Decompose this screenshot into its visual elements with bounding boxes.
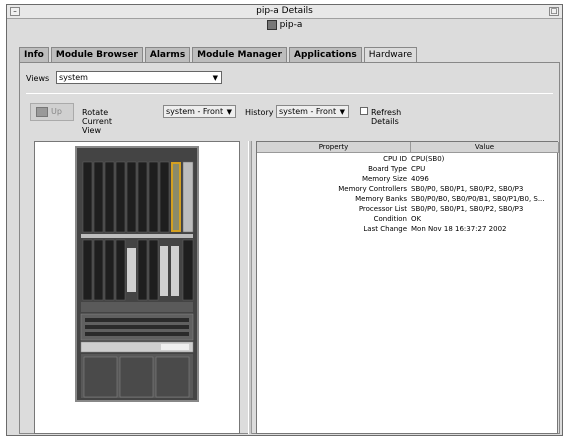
value-cell: SB0/P0, SB0/P1, SB0/P2, SB0/P3 bbox=[411, 185, 524, 193]
rotate-value: system - Front bbox=[166, 107, 224, 116]
refresh-details-checkbox[interactable] bbox=[360, 107, 368, 115]
value-cell: SB0/P0/B0, SB0/P0/B1, SB0/P1/B0, S... bbox=[411, 195, 545, 203]
maximize-button[interactable]: □ bbox=[549, 7, 559, 16]
rack-illustration bbox=[77, 148, 197, 400]
tab-hardware[interactable]: Hardware bbox=[363, 47, 418, 62]
column-header-property[interactable]: Property bbox=[257, 142, 411, 153]
window-title: pip-a Details bbox=[256, 6, 313, 16]
history-label: History bbox=[245, 108, 274, 117]
details-window: – pip-a Details □ pip-a Info Module Brow… bbox=[6, 4, 563, 436]
table-row[interactable]: Last Change Mon Nov 18 16:37:27 2002 bbox=[257, 224, 559, 234]
up-label: Up bbox=[51, 107, 62, 116]
tab-module-browser[interactable]: Module Browser bbox=[50, 47, 143, 62]
property-cell: Memory Size bbox=[361, 175, 407, 183]
hardware-view-pane[interactable] bbox=[34, 141, 240, 434]
property-cell: CPU ID bbox=[383, 155, 407, 163]
table-row[interactable]: CPU ID CPU(SB0) bbox=[257, 154, 559, 164]
host-header: pip-a bbox=[7, 20, 562, 38]
host-name: pip-a bbox=[279, 20, 303, 30]
rotate-dropdown[interactable]: system - Front ▼ bbox=[163, 105, 236, 118]
value-cell: Mon Nov 18 16:37:27 2002 bbox=[411, 225, 507, 233]
property-table: Property Value CPU ID CPU(SB0) Board Typ… bbox=[256, 141, 559, 434]
chevron-down-icon: ▼ bbox=[226, 108, 232, 116]
tab-alarms[interactable]: Alarms bbox=[144, 47, 191, 62]
column-header-value[interactable]: Value bbox=[411, 142, 559, 153]
server-icon bbox=[266, 20, 277, 30]
history-value: system - Front bbox=[279, 107, 337, 116]
tab-module-manager[interactable]: Module Manager bbox=[192, 47, 287, 62]
system-chassis-image[interactable] bbox=[75, 146, 199, 402]
chevron-down-icon: ▼ bbox=[212, 74, 218, 82]
value-cell: OK bbox=[411, 215, 422, 223]
up-folder-icon bbox=[36, 107, 48, 117]
views-value: system bbox=[59, 73, 88, 82]
title-bar[interactable]: – pip-a Details □ bbox=[7, 5, 562, 19]
value-cell: CPU bbox=[411, 165, 426, 173]
property-cell: Memory Banks bbox=[355, 195, 407, 203]
tab-strip: Info Module Browser Alarms Module Manage… bbox=[19, 47, 419, 62]
value-cell: 4096 bbox=[411, 175, 429, 183]
views-label: Views bbox=[26, 74, 50, 83]
tab-applications[interactable]: Applications bbox=[288, 47, 362, 62]
property-cell: Processor List bbox=[358, 205, 407, 213]
history-dropdown[interactable]: system - Front ▼ bbox=[276, 105, 349, 118]
table-row[interactable]: Memory Controllers SB0/P0, SB0/P1, SB0/P… bbox=[257, 184, 559, 194]
views-dropdown[interactable]: system ▼ bbox=[56, 71, 222, 84]
chevron-down-icon: ▼ bbox=[339, 108, 345, 116]
value-cell: SB0/P0, SB0/P1, SB0/P2, SB0/P3 bbox=[411, 205, 524, 213]
property-cell: Last Change bbox=[363, 225, 407, 233]
divider bbox=[26, 93, 553, 94]
hardware-panel: Views system ▼ Up Rotate Current View sy… bbox=[19, 62, 560, 434]
table-row[interactable]: Memory Banks SB0/P0/B0, SB0/P0/B1, SB0/P… bbox=[257, 194, 559, 204]
table-row[interactable]: Memory Size 4096 bbox=[257, 174, 559, 184]
table-row[interactable]: Processor List SB0/P0, SB0/P1, SB0/P2, S… bbox=[257, 204, 559, 214]
property-cell: Board Type bbox=[368, 165, 407, 173]
pane-splitter[interactable] bbox=[248, 141, 252, 434]
rotate-label: Rotate Current View bbox=[82, 108, 113, 135]
table-row[interactable]: Board Type CPU bbox=[257, 164, 559, 174]
property-cell: Condition bbox=[373, 215, 407, 223]
tab-info[interactable]: Info bbox=[19, 47, 49, 62]
table-row[interactable]: Condition OK bbox=[257, 214, 559, 224]
up-button[interactable]: Up bbox=[30, 103, 74, 121]
value-cell: CPU(SB0) bbox=[411, 155, 445, 163]
property-cell: Memory Controllers bbox=[338, 185, 407, 193]
refresh-details-label: Refresh Details bbox=[371, 108, 402, 126]
